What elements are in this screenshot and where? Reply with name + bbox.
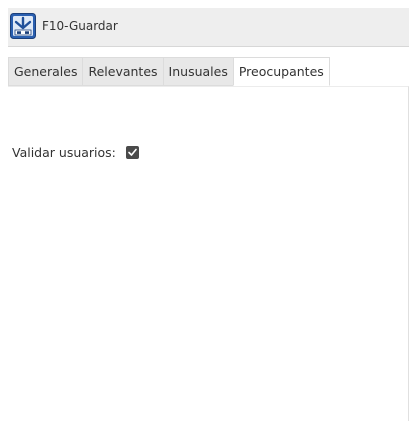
tab-bar: Generales Relevantes Inusuales Preocupan…	[8, 49, 409, 86]
tab-panel-preocupantes: Validar usuarios:	[8, 86, 409, 421]
tab-list: Generales Relevantes Inusuales Preocupan…	[8, 57, 330, 86]
toolbar: F10-Guardar	[8, 8, 409, 47]
tab-generales[interactable]: Generales	[8, 57, 83, 86]
save-icon	[10, 13, 36, 39]
validate-users-checkbox[interactable]	[125, 145, 139, 159]
tab-inusuales[interactable]: Inusuales	[162, 57, 233, 86]
app-window: F10-Guardar Generales Relevantes Inusual…	[8, 8, 409, 421]
tab-preocupantes[interactable]: Preocupantes	[232, 57, 330, 86]
save-button[interactable]: F10-Guardar	[10, 11, 150, 41]
tab-relevantes[interactable]: Relevantes	[82, 57, 163, 86]
save-button-label: F10-Guardar	[42, 19, 118, 33]
validate-users-row: Validar usuarios:	[12, 143, 139, 161]
checkmark-icon	[128, 148, 137, 156]
validate-users-label: Validar usuarios:	[12, 144, 116, 160]
